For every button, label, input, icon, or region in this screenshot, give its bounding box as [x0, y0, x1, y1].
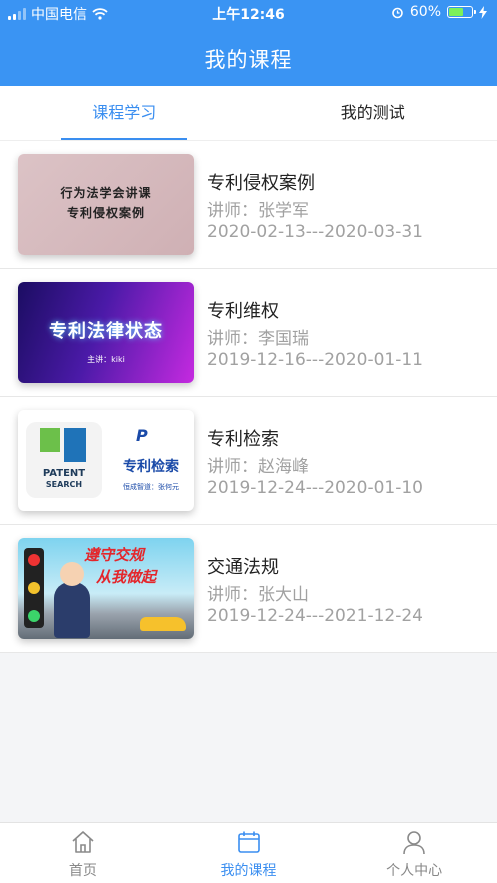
thumbnail-text: PATENT — [42, 468, 86, 479]
course-dates: 2019-12-24---2020-01-10 — [207, 478, 423, 498]
battery-percent: 60% — [409, 4, 441, 20]
thumbnail-text: 主讲：kiki — [87, 355, 125, 364]
tabbar-label: 个人中心 — [386, 863, 443, 879]
course-list: 行为法学会讲课 专利侵权案例 专利侵权案例 讲师：张学军 2020-02-13-… — [0, 141, 497, 653]
course-dates: 2019-12-16---2020-01-11 — [207, 350, 423, 370]
thumbnail-text: 从我做起 — [96, 568, 157, 586]
thumbnail-text: 行为法学会讲课 — [60, 186, 152, 200]
thumbnail-text: SEARCH — [45, 480, 83, 489]
car-icon — [140, 617, 186, 631]
thumbnail-text: 专利法律状态 — [49, 321, 163, 342]
home-icon — [72, 831, 94, 853]
thumbnail-text: 遵守交规 — [84, 546, 145, 564]
p-logo-icon: P — [136, 426, 148, 445]
course-thumbnail: 专利法律状态 主讲：kiki — [18, 282, 194, 383]
course-dates: 2019-12-24---2021-12-24 — [207, 606, 423, 626]
tabbar-home[interactable]: 首页 — [0, 823, 166, 883]
person-icon — [403, 831, 425, 855]
alarm-icon — [392, 7, 403, 18]
course-teacher: 讲师：赵海峰 — [207, 457, 309, 477]
course-name: 交通法规 — [207, 557, 279, 578]
calendar-icon — [237, 831, 260, 853]
tab-course-study[interactable]: 课程学习 — [0, 86, 249, 140]
tabbar-label: 我的课程 — [220, 863, 277, 879]
tabbar-label: 首页 — [68, 863, 97, 879]
patent-search-logo: PATENT SEARCH — [26, 422, 102, 498]
course-dates: 2020-02-13---2020-03-31 — [207, 222, 423, 242]
course-item[interactable]: 专利法律状态 主讲：kiki 专利维权 讲师：李国瑞 2019-12-16---… — [0, 269, 497, 397]
course-thumbnail: 行为法学会讲课 专利侵权案例 — [18, 154, 194, 255]
police-officer-icon — [54, 562, 90, 638]
app-header: 中国电信 上午12:46 60% 我的课程 — [0, 0, 497, 86]
status-bar: 中国电信 上午12:46 60% — [0, 0, 497, 26]
bottom-tab-bar: 首页 我的课程 个人中心 — [0, 822, 497, 883]
thumbnail-text: 专利检索 — [123, 459, 179, 475]
segment-tabs: 课程学习 我的测试 — [0, 86, 497, 141]
course-name: 专利检索 — [207, 429, 279, 450]
course-thumbnail: PATENT SEARCH P 专利检索 恒成智道：张何元 — [18, 410, 194, 511]
course-name: 专利侵权案例 — [207, 173, 315, 194]
course-teacher: 讲师：张学军 — [207, 201, 309, 221]
course-teacher: 讲师：李国瑞 — [207, 329, 309, 349]
page-title: 我的课程 — [204, 48, 293, 72]
tab-my-tests[interactable]: 我的测试 — [249, 86, 497, 140]
course-name: 专利维权 — [207, 301, 279, 322]
traffic-light-icon — [24, 548, 44, 628]
charging-icon — [479, 5, 487, 19]
battery-icon — [447, 6, 476, 18]
tabbar-profile[interactable]: 个人中心 — [331, 823, 497, 883]
course-item[interactable]: 遵守交规 从我做起 交通法规 讲师：张大山 2019-12-24---2021-… — [0, 525, 497, 653]
thumbnail-text: 恒成智道：张何元 — [123, 483, 179, 491]
course-item[interactable]: PATENT SEARCH P 专利检索 恒成智道：张何元 专利检索 讲师：赵海… — [0, 397, 497, 525]
thumbnail-text: 专利侵权案例 — [66, 206, 145, 220]
course-teacher: 讲师：张大山 — [207, 585, 309, 605]
course-thumbnail: 遵守交规 从我做起 — [18, 538, 194, 639]
course-item[interactable]: 行为法学会讲课 专利侵权案例 专利侵权案例 讲师：张学军 2020-02-13-… — [0, 141, 497, 269]
tabbar-my-courses[interactable]: 我的课程 — [166, 823, 332, 883]
